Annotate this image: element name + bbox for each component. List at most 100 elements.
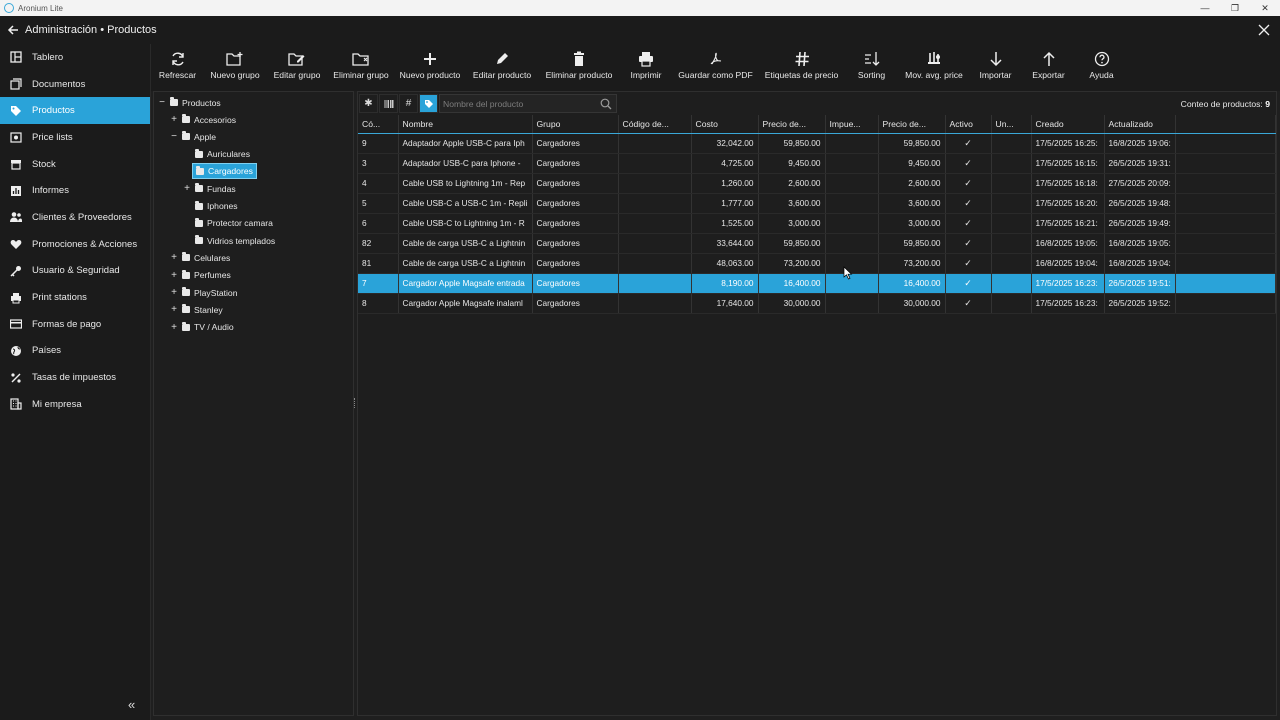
tree-node-playstation[interactable]: + PlayStation <box>169 284 237 301</box>
column-header[interactable]: Costo <box>691 115 759 134</box>
cell-price: 16,400.00 <box>758 273 826 294</box>
hash-filter-icon[interactable]: # <box>399 94 418 113</box>
sidebar-item-promociones-acciones[interactable]: Promociones & Acciones <box>0 231 150 258</box>
restore-icon[interactable]: ❐ <box>1220 3 1250 14</box>
sidebar-item-países[interactable]: Países <box>0 338 150 365</box>
etiquetas-de-precio-button[interactable]: Etiquetas de precio <box>759 44 844 80</box>
sidebar-item-productos[interactable]: Productos <box>0 97 150 125</box>
column-header[interactable]: Actualizado <box>1104 115 1176 134</box>
column-header[interactable]: Creado <box>1031 115 1105 134</box>
tree-node-accesorios[interactable]: + Accesorios <box>169 111 236 128</box>
sidebar-item-tasas-de-impuestos[interactable]: Tasas de impuestos <box>0 364 150 391</box>
importar-button[interactable]: Importar <box>969 44 1022 80</box>
column-header[interactable]: Nombre <box>398 115 533 134</box>
cell-updated: 16/8/2025 19:04: <box>1104 253 1176 274</box>
sidebar-item-print-stations[interactable]: Print stations <box>0 284 150 311</box>
sidebar-item-clientes-proveedores[interactable]: Clientes & Proveedores <box>0 204 150 231</box>
cell-unit <box>991 233 1032 254</box>
exportar-button[interactable]: Exportar <box>1022 44 1075 80</box>
expand-icon[interactable]: + <box>169 270 179 281</box>
cell-updated: 26/5/2025 19:52: <box>1104 293 1176 314</box>
editar-grupo-button[interactable]: Editar grupo <box>266 44 328 80</box>
tree-node-fundas[interactable]: + Fundas <box>182 180 236 197</box>
sidebar-item-informes[interactable]: Informes <box>0 177 150 204</box>
column-header[interactable]: Precio de... <box>758 115 826 134</box>
table-row[interactable]: 8 Cargador Apple Magsafe inalaml Cargadore… <box>358 293 1276 314</box>
collapse-sidebar-icon[interactable]: « <box>128 697 135 712</box>
column-header[interactable]: Código de... <box>618 115 692 134</box>
guardar-como-pdf-button[interactable]: Guardar como PDF <box>672 44 759 80</box>
tree-node-protector-camara[interactable]: Protector camara <box>182 215 273 232</box>
collapse-icon[interactable]: − <box>157 97 167 108</box>
dashboard-icon <box>9 50 23 64</box>
sidebar-item-stock[interactable]: Stock <box>0 151 150 178</box>
table-row[interactable]: 81 Cable de carga USB-C a Lightnin Cargado… <box>358 253 1276 274</box>
panel-splitter[interactable] <box>354 398 356 408</box>
sidebar-item-tablero[interactable]: Tablero <box>0 44 150 71</box>
expand-icon[interactable]: + <box>169 322 179 333</box>
column-header[interactable]: Un... <box>991 115 1032 134</box>
table-row[interactable]: 6 Cable USB-C to Lightning 1m - R Cargador… <box>358 213 1276 234</box>
sidebar-item-label: Países <box>32 345 62 357</box>
close-icon[interactable] <box>1258 24 1270 36</box>
nuevo-grupo-button[interactable]: Nuevo grupo <box>204 44 266 80</box>
window-close-icon[interactable]: ✕ <box>1250 3 1280 14</box>
cell-unit <box>991 253 1032 274</box>
column-header[interactable]: Impue... <box>825 115 879 134</box>
column-header[interactable]: Grupo <box>532 115 619 134</box>
stock-icon <box>9 157 23 171</box>
folder-icon <box>182 131 190 141</box>
sidebar-item-formas-de-pago[interactable]: Formas de pago <box>0 311 150 338</box>
sorting-button[interactable]: Sorting <box>844 44 899 80</box>
cell-created: 16/8/2025 19:05: <box>1031 233 1105 254</box>
tree-root[interactable]: − Productos <box>157 94 221 111</box>
product-search-input[interactable] <box>440 98 599 109</box>
cell-price: 73,200.00 <box>758 253 826 274</box>
sidebar-item-documentos[interactable]: Documentos <box>0 71 150 98</box>
tree-node-vidrios-templados[interactable]: Vidrios templados <box>182 232 275 249</box>
expand-icon[interactable]: + <box>169 252 179 263</box>
column-header[interactable]: Precio de... <box>878 115 946 134</box>
mov-avg-price-button[interactable]: Mov. avg. price <box>899 44 969 80</box>
table-row[interactable]: 7 Cargador Apple Magsafe entrada Cargadore… <box>358 273 1276 294</box>
tag-filter-icon[interactable] <box>419 94 438 113</box>
sidebar-item-usuario-seguridad[interactable]: Usuario & Seguridad <box>0 258 150 285</box>
editar-producto-button[interactable]: Editar producto <box>466 44 538 80</box>
tree-node-label: Celulares <box>194 252 231 263</box>
asterisk-filter-icon[interactable]: ✱ <box>359 94 378 113</box>
column-header[interactable]: Activo <box>945 115 992 134</box>
column-header[interactable]: Có... <box>358 115 399 134</box>
expand-icon[interactable]: + <box>169 287 179 298</box>
eliminar-producto-button[interactable]: Eliminar producto <box>538 44 620 80</box>
expand-icon[interactable]: + <box>169 114 179 125</box>
ayuda-button[interactable]: Ayuda <box>1075 44 1128 80</box>
barcode-filter-icon[interactable] <box>379 94 398 113</box>
tree-node-stanley[interactable]: + Stanley <box>169 301 223 318</box>
sidebar-item-price-lists[interactable]: Price lists <box>0 124 150 151</box>
tree-node-tv-audio[interactable]: + TV / Audio <box>169 319 234 336</box>
tree-node-perfumes[interactable]: + Perfumes <box>169 267 231 284</box>
nuevo-producto-button[interactable]: Nuevo producto <box>394 44 466 80</box>
table-row[interactable]: 4 Cable USB to Lightning 1m - Rep Cargador… <box>358 173 1276 194</box>
cell-price: 59,850.00 <box>758 233 826 254</box>
refrescar-button[interactable]: Refrescar <box>151 44 204 80</box>
tree-node-celulares[interactable]: + Celulares <box>169 249 230 266</box>
expand-icon[interactable]: + <box>169 304 179 315</box>
table-row[interactable]: 3 Adaptador USB-C para Iphone - Cargadores… <box>358 153 1276 174</box>
imprimir-button[interactable]: Imprimir <box>620 44 672 80</box>
search-icon[interactable] <box>599 97 613 111</box>
table-row[interactable]: 5 Cable USB-C a USB-C 1m - Repli Cargadore… <box>358 193 1276 214</box>
minimize-icon[interactable]: — <box>1190 3 1220 14</box>
sidebar-item-mi-empresa[interactable]: Mi empresa <box>0 391 150 418</box>
table-row[interactable]: 9 Adaptador Apple USB-C para Iph Cargadore… <box>358 133 1276 154</box>
table-row[interactable]: 82 Cable de carga USB-C a Lightnin Cargado… <box>358 233 1276 254</box>
expand-icon[interactable]: + <box>182 183 192 194</box>
tree-node-apple[interactable]: − Apple <box>169 128 216 145</box>
tree-node-iphones[interactable]: Iphones <box>182 198 238 215</box>
tree-node-auriculares[interactable]: Auriculares <box>182 146 250 163</box>
cell-tax <box>825 173 879 194</box>
eliminar-grupo-button[interactable]: Eliminar grupo <box>328 44 394 80</box>
collapse-icon[interactable]: − <box>169 131 179 142</box>
tree-node-cargadores[interactable]: Cargadores <box>182 163 257 180</box>
back-arrow-icon[interactable] <box>7 24 19 36</box>
